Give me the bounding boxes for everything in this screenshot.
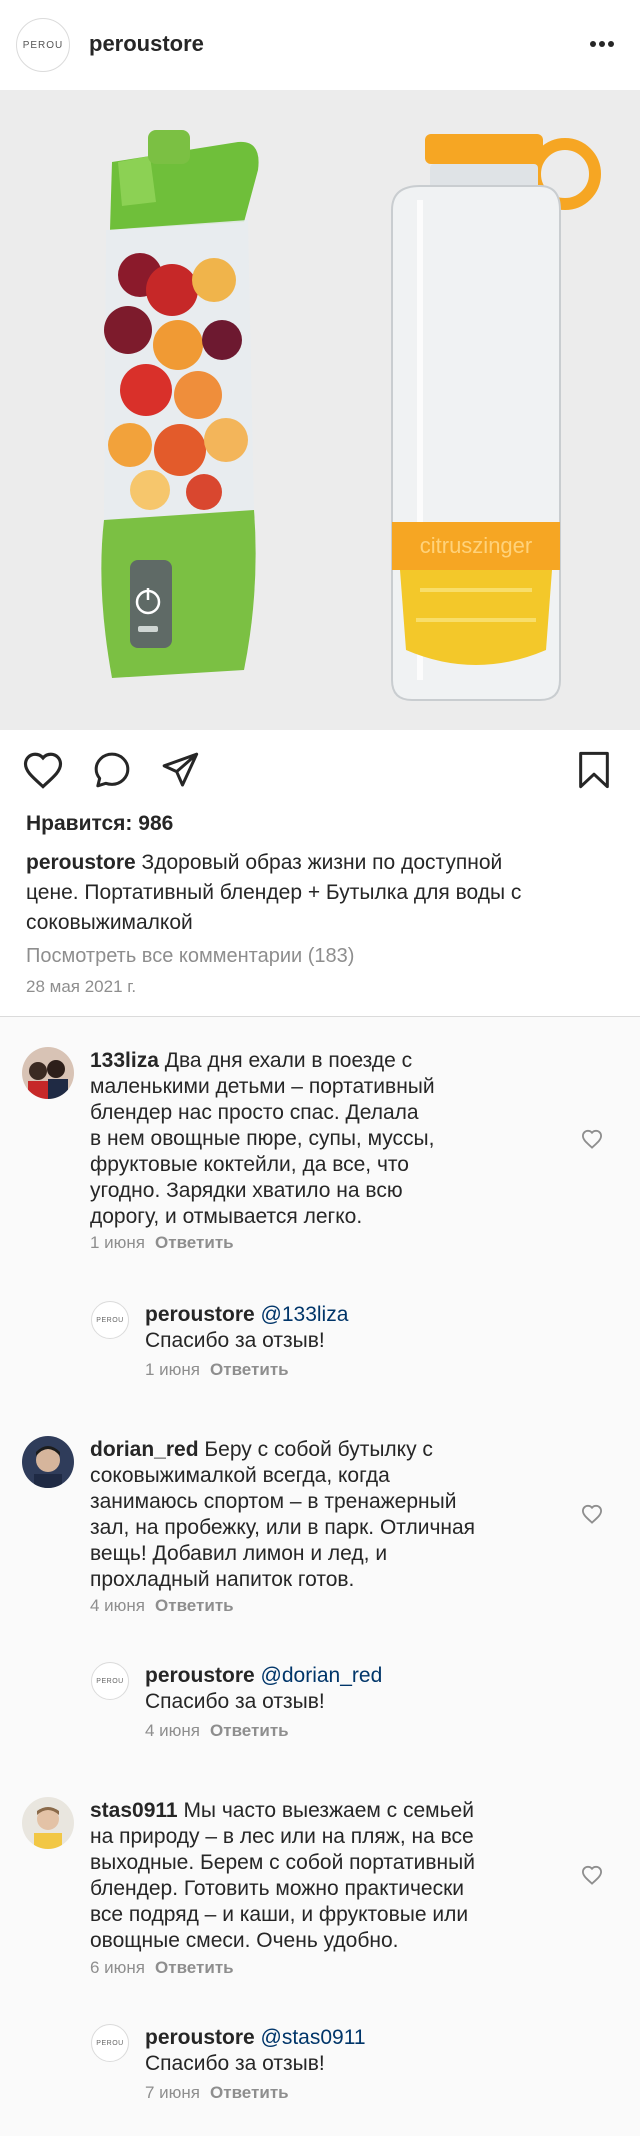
comment-date: 6 июня bbox=[90, 1958, 146, 1977]
post-date: 28 мая 2021 г. bbox=[26, 977, 137, 996]
comment-line: вещь! Добавил лимон и лед, и bbox=[90, 1542, 388, 1565]
comment-line: соковыжималкой всегда, когда bbox=[90, 1464, 390, 1487]
comment-line: на природу – в лес или на пляж, на все bbox=[90, 1825, 474, 1848]
reply-line: Спасибо за отзыв! bbox=[145, 1329, 325, 1352]
heart-small-icon[interactable] bbox=[581, 1504, 603, 1524]
reply-line: Спасибо за отзыв! bbox=[145, 1690, 325, 1713]
reply-button[interactable]: Ответить bbox=[155, 1233, 234, 1252]
reply-username[interactable]: peroustore bbox=[145, 1664, 255, 1687]
avatar[interactable] bbox=[22, 1797, 74, 1849]
avatar[interactable]: PEROU bbox=[91, 1301, 129, 1339]
mention-link[interactable]: @dorian_red bbox=[261, 1664, 383, 1687]
caption-text-line-1: Здоровый образ жизни по доступной bbox=[141, 851, 503, 874]
comment-meta: 4 июня Ответить bbox=[90, 1596, 234, 1616]
avatar[interactable] bbox=[22, 1047, 74, 1099]
reply-meta: 1 июня Ответить bbox=[145, 1360, 289, 1380]
bookmark-icon[interactable] bbox=[576, 750, 612, 790]
reply-button[interactable]: Ответить bbox=[155, 1596, 234, 1615]
comment-line: Два дня ехали в поезде с bbox=[164, 1049, 413, 1072]
comment-line: маленькими детьми – портативный bbox=[90, 1075, 435, 1098]
reply-button[interactable]: Ответить bbox=[210, 1721, 289, 1740]
blender-image bbox=[101, 130, 259, 678]
heart-icon[interactable] bbox=[22, 750, 64, 790]
comment-line: в нем овощные пюре, супы, муссы, bbox=[90, 1127, 435, 1150]
comment-line: овощные смеси. Очень удобно. bbox=[90, 1929, 399, 1952]
comment-username[interactable]: dorian_red bbox=[90, 1438, 199, 1461]
comment-text: dorian_red Беру с собой бутылку с соковы… bbox=[90, 1437, 610, 1593]
reply-meta: 4 июня Ответить bbox=[145, 1721, 289, 1741]
caption-text-line-2: цене. Портативный блендер + Бутылка для … bbox=[26, 881, 522, 904]
reply-username[interactable]: peroustore bbox=[145, 2026, 255, 2049]
comment-line: Мы часто выезжаем с семьей bbox=[183, 1799, 474, 1822]
post-header: PEROU peroustore bbox=[0, 0, 640, 90]
comments-section: 133liza Два дня ехали в поезде с маленьк… bbox=[0, 1017, 640, 2136]
comment-line: дорогу, и отмывается легко. bbox=[90, 1205, 363, 1228]
avatar-image bbox=[22, 1797, 74, 1849]
avatar-image bbox=[22, 1047, 74, 1099]
reply-username[interactable]: peroustore bbox=[145, 1303, 255, 1326]
comment-line: выходные. Берем с собой портативный bbox=[90, 1851, 475, 1874]
comment-line: блендер нас просто спас. Делала bbox=[90, 1101, 419, 1124]
reply-text: peroustore @stas0911 Спасибо за отзыв! bbox=[145, 2025, 615, 2077]
post-image[interactable]: citruszinger bbox=[0, 90, 640, 730]
reply-button[interactable]: Ответить bbox=[210, 1360, 289, 1379]
brand-label: citruszinger bbox=[420, 533, 532, 558]
comment-date: 4 июня bbox=[90, 1596, 146, 1615]
caption-username[interactable]: peroustore bbox=[26, 851, 136, 874]
heart-small-icon[interactable] bbox=[581, 1865, 603, 1885]
comment-line: прохладный напиток готов. bbox=[90, 1568, 355, 1591]
comment-meta: 6 июня Ответить bbox=[90, 1958, 234, 1978]
comment-text: stas0911 Мы часто выезжаем с семьей на п… bbox=[90, 1798, 610, 1954]
comment-line: фруктовые коктейли, да все, что bbox=[90, 1153, 409, 1176]
product-illustration: citruszinger bbox=[0, 90, 640, 730]
comment-date: 1 июня bbox=[90, 1233, 146, 1252]
store-avatar[interactable]: PEROU bbox=[16, 18, 70, 72]
reply-date: 7 июня bbox=[145, 2083, 201, 2102]
reply-button[interactable]: Ответить bbox=[210, 2083, 289, 2102]
comment-line: Беру с собой бутылку с bbox=[204, 1438, 433, 1461]
avatar-image bbox=[22, 1436, 74, 1488]
comment-line: занимаюсь спортом – в тренажерный bbox=[90, 1490, 457, 1513]
reply-button[interactable]: Ответить bbox=[155, 1958, 234, 1977]
comment-line: зал, на пробежку, или в парк. Отличная bbox=[90, 1516, 476, 1539]
comment-text: 133liza Два дня ехали в поезде с маленьк… bbox=[90, 1048, 610, 1230]
reply-date: 4 июня bbox=[145, 1721, 201, 1740]
reply-line: Спасибо за отзыв! bbox=[145, 2052, 325, 2075]
reply-text: peroustore @dorian_red Спасибо за отзыв! bbox=[145, 1663, 615, 1715]
comment-line: блендер. Готовить можно практически bbox=[90, 1877, 465, 1900]
comment-username[interactable]: 133liza bbox=[90, 1049, 159, 1072]
likes-count[interactable]: Нравится: 986 bbox=[26, 812, 173, 836]
reply-meta: 7 июня Ответить bbox=[145, 2083, 289, 2103]
share-icon[interactable] bbox=[160, 750, 200, 790]
view-all-comments-link[interactable]: Посмотреть все комментарии (183) bbox=[26, 945, 354, 968]
comment-username[interactable]: stas0911 bbox=[90, 1799, 178, 1822]
post-username[interactable]: peroustore bbox=[89, 31, 204, 57]
avatar[interactable] bbox=[22, 1436, 74, 1488]
avatar[interactable]: PEROU bbox=[91, 1662, 129, 1700]
post-actions bbox=[0, 740, 640, 800]
comment-line: все подряд – и каши, и фруктовые или bbox=[90, 1903, 469, 1926]
caption-text-line-3: соковыжималкой bbox=[26, 911, 193, 934]
more-icon[interactable] bbox=[589, 40, 615, 48]
heart-small-icon[interactable] bbox=[581, 1129, 603, 1149]
reply-text: peroustore @133liza Спасибо за отзыв! bbox=[145, 1302, 615, 1354]
avatar[interactable]: PEROU bbox=[91, 2024, 129, 2062]
comment-meta: 1 июня Ответить bbox=[90, 1233, 234, 1253]
mention-link[interactable]: @133liza bbox=[261, 1303, 349, 1326]
reply-date: 1 июня bbox=[145, 1360, 201, 1379]
mention-link[interactable]: @stas0911 bbox=[261, 2026, 366, 2049]
comment-icon[interactable] bbox=[92, 750, 132, 790]
comment-line: угодно. Зарядки хватило на всю bbox=[90, 1179, 403, 1202]
post-caption: peroustore Здоровый образ жизни по досту… bbox=[26, 848, 622, 938]
